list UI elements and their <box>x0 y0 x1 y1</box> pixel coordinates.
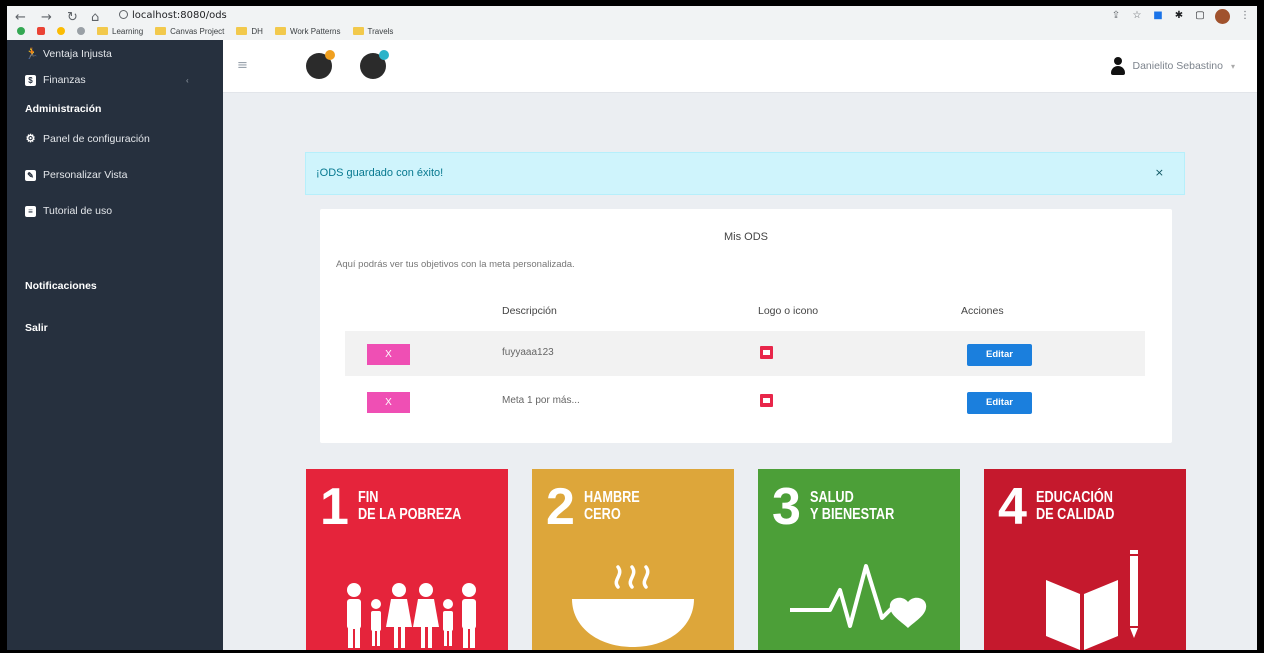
sdg-tile-3[interactable]: 3 SALUD Y BIENESTAR <box>758 469 960 650</box>
sidebar-item-panel-configuracion[interactable]: ⚙ Panel de configuración <box>25 133 150 145</box>
bookmark-star-icon[interactable]: ☆ <box>1131 10 1143 22</box>
side-panel-icon[interactable]: ▢ <box>1194 10 1206 22</box>
forward-arrow-icon[interactable]: → <box>41 10 52 25</box>
success-alert: ¡ODS guardado con éxito! × <box>305 152 1185 195</box>
message-badge <box>379 50 389 60</box>
sidebar-item-salir[interactable]: Salir <box>25 322 48 334</box>
bookmark-canvas-project[interactable]: Canvas Project <box>155 27 224 36</box>
youtube-icon[interactable] <box>37 27 45 35</box>
edit-button[interactable]: Editar <box>967 344 1032 366</box>
alert-close-button[interactable]: × <box>1155 166 1164 179</box>
user-menu[interactable]: Danielito Sebastino ▾ <box>1110 57 1235 75</box>
sdg-title: FIN DE LA POBREZA <box>358 489 462 523</box>
puzzle-icon[interactable]: ✱ <box>1173 10 1185 22</box>
book-icon: ≡ <box>25 205 36 217</box>
address-bar[interactable]: localhost:8080/ods <box>119 10 1079 24</box>
folder-icon <box>97 27 108 35</box>
user-avatar-icon <box>1110 57 1125 75</box>
edit-button[interactable]: Editar <box>967 392 1032 414</box>
heartbeat-icon <box>790 564 927 628</box>
messages-icon[interactable] <box>360 50 389 79</box>
notification-badge <box>325 50 335 60</box>
chevron-left-icon[interactable]: ‹ <box>186 76 189 85</box>
alert-message: ¡ODS guardado con éxito! <box>316 167 444 179</box>
family-icon <box>347 583 476 648</box>
calendar-icon <box>760 346 773 359</box>
sdg-title: HAMBRE CERO <box>584 489 640 523</box>
sdg-number: 1 <box>320 478 349 536</box>
sdg-number: 2 <box>546 478 575 536</box>
bookmark-app-icon[interactable] <box>57 27 65 35</box>
delete-button[interactable]: X <box>367 344 410 365</box>
reload-icon[interactable]: ↻ <box>67 10 78 25</box>
profile-avatar[interactable] <box>1215 8 1230 24</box>
top-navbar: ≡ Danielito Sebastino ▾ <box>223 40 1257 93</box>
sdg-tile-4[interactable]: 4 EDUCACIÓN DE CALIDAD <box>984 469 1186 650</box>
table-row: X fuyyaaa123 Editar <box>345 331 1145 376</box>
card-description: Aquí podrás ver tus objetivos con la met… <box>336 259 575 270</box>
card-title: Mis ODS <box>724 231 768 243</box>
bookmark-travels[interactable]: Travels <box>352 27 393 36</box>
row-description: fuyyaaa123 <box>502 347 554 358</box>
extensions-area: ⇪ ☆ ■ ✱ ▢ ⋮ <box>1110 8 1251 24</box>
sdg-number: 3 <box>772 478 801 536</box>
sdg-title: EDUCACIÓN DE CALIDAD <box>1036 489 1115 523</box>
bookmark-app-icon[interactable] <box>77 27 85 35</box>
sdg-title: SALUD Y BIENESTAR <box>810 489 895 523</box>
site-info-icon[interactable] <box>119 10 128 19</box>
bowl-icon <box>572 565 694 647</box>
sidebar: 🏃 Ventaja Injusta $ Finanzas ‹ Administr… <box>7 40 223 650</box>
running-person-icon: 🏃 <box>25 47 39 60</box>
row-description: Meta 1 por más... <box>502 395 580 406</box>
calendar-icon <box>760 394 773 407</box>
chevron-down-icon: ▾ <box>1230 61 1235 71</box>
sidebar-item-notificaciones[interactable]: Notificaciones <box>25 280 97 292</box>
ods-card: Mis ODS Aquí podrás ver tus objetivos co… <box>320 209 1172 443</box>
book-pencil-icon <box>1046 550 1138 650</box>
bookmark-app-icon[interactable] <box>17 27 25 35</box>
folder-icon <box>352 27 364 35</box>
url-text: localhost:8080/ods <box>132 10 227 21</box>
dollar-icon: $ <box>25 74 36 86</box>
folder-icon <box>155 27 167 35</box>
browser-window: ← → ↻ ⌂ localhost:8080/ods ⇪ ☆ ■ ✱ ▢ ⋮ L… <box>7 6 1257 650</box>
hamburger-menu-icon[interactable]: ≡ <box>237 58 248 73</box>
bookmark-work-patterns[interactable]: Work Patterns <box>274 27 341 36</box>
sidebar-item-personalizar-vista[interactable]: ✎ Personalizar Vista <box>25 169 127 181</box>
notification-bell-icon[interactable] <box>306 50 335 79</box>
column-header-descripcion: Descripción <box>502 305 557 317</box>
folder-icon <box>236 27 248 35</box>
sdg-number: 4 <box>998 478 1027 536</box>
menu-dots-icon[interactable]: ⋮ <box>1239 10 1251 22</box>
back-arrow-icon[interactable]: ← <box>15 10 26 25</box>
browser-toolbar: ← → ↻ ⌂ localhost:8080/ods ⇪ ☆ ■ ✱ ▢ ⋮ L… <box>7 6 1257 40</box>
home-icon[interactable]: ⌂ <box>91 10 99 25</box>
palette-icon: ✎ <box>25 169 36 181</box>
bookmark-learning[interactable]: Learning <box>97 27 143 36</box>
gear-icon: ⚙ <box>25 132 36 145</box>
user-name: Danielito Sebastino <box>1132 60 1223 72</box>
table-row: X Meta 1 por más... Editar <box>345 379 1145 424</box>
sidebar-item-finanzas[interactable]: $ Finanzas <box>25 74 86 86</box>
folder-icon <box>274 27 286 35</box>
extension-icon[interactable]: ■ <box>1152 10 1164 22</box>
bookmark-dh[interactable]: DH <box>236 27 263 36</box>
share-icon[interactable]: ⇪ <box>1110 10 1122 22</box>
sidebar-item-ventaja-injusta[interactable]: 🏃 Ventaja Injusta <box>25 48 112 60</box>
delete-button[interactable]: X <box>367 392 410 413</box>
bookmarks-bar: Learning Canvas Project DH Work Patterns… <box>17 24 393 38</box>
sdg-tile-2[interactable]: 2 HAMBRE CERO <box>532 469 734 650</box>
sidebar-item-tutorial[interactable]: ≡ Tutorial de uso <box>25 205 112 217</box>
column-header-acciones: Acciones <box>961 305 1004 317</box>
sidebar-heading-admin: Administración <box>25 103 102 115</box>
sdg-tile-1[interactable]: 1 FIN DE LA POBREZA <box>306 469 508 650</box>
column-header-logo: Logo o icono <box>758 305 819 317</box>
